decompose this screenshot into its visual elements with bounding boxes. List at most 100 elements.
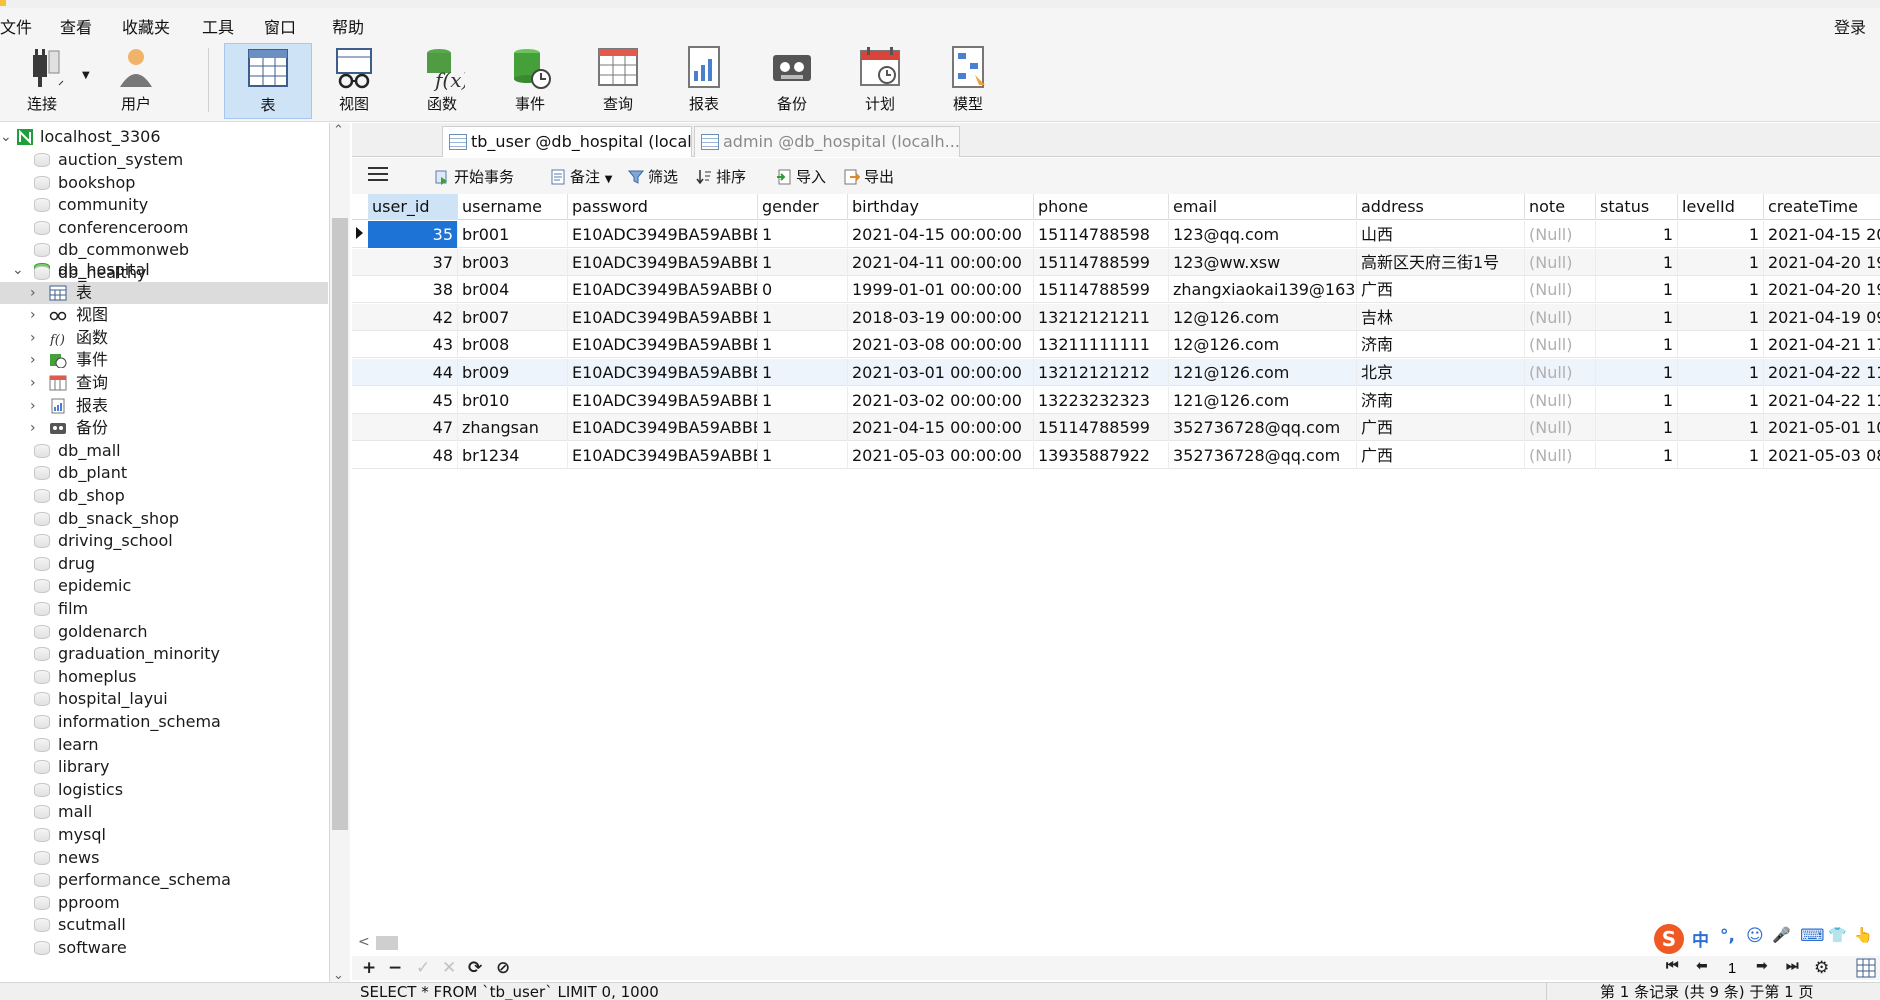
chevron-right-icon[interactable]: › (30, 417, 36, 439)
cell-username[interactable]: br003 (458, 248, 568, 276)
tree-db-item[interactable]: driving_school (0, 530, 328, 552)
cell-note[interactable]: (Null) (1525, 441, 1596, 469)
tree-db-item[interactable]: software (0, 937, 328, 959)
cell-levelId[interactable]: 1 (1678, 359, 1764, 386)
cell-username[interactable]: br007 (458, 303, 568, 331)
cell-status[interactable]: 1 (1596, 441, 1678, 469)
cell-createTime[interactable]: 2021-04-21 17:3 (1764, 331, 1880, 358)
menu-favorites[interactable]: 收藏夹 (122, 14, 170, 38)
ime-emoji-icon[interactable]: ☺ (1746, 926, 1764, 946)
tree-db-item[interactable]: db_snack_shop (0, 508, 328, 530)
column-header-password[interactable]: password (568, 194, 758, 220)
cell-status[interactable]: 1 (1596, 331, 1678, 359)
cell-note[interactable]: (Null) (1525, 414, 1596, 442)
cell-birthday[interactable]: 2021-04-15 00:00:00 (848, 221, 1034, 248)
tab-tb-user[interactable]: tb_user @db_hospital (local... (442, 126, 692, 157)
cell-password[interactable]: E10ADC3949BA59ABBE56 (568, 414, 758, 442)
cell-createTime[interactable]: 2021-05-01 10:4 (1764, 414, 1880, 441)
column-header-email[interactable]: email (1169, 194, 1357, 220)
refresh-button[interactable]: ⟳ (468, 958, 482, 978)
menu-window[interactable]: 窗口 (264, 14, 296, 38)
cell-levelId[interactable]: 1 (1678, 221, 1764, 248)
user-button[interactable]: 用户 (96, 43, 176, 119)
cell-password[interactable]: E10ADC3949BA59ABBE56 (568, 331, 758, 359)
table-row[interactable]: 47zhangsanE10ADC3949BA59ABBE5612021-04-1… (352, 414, 1880, 442)
chevron-right-icon[interactable]: › (30, 304, 36, 326)
cell-note[interactable]: (Null) (1525, 386, 1596, 414)
tab-admin[interactable]: admin @db_hospital (localh... (694, 126, 960, 157)
tree-db-item[interactable]: drug (0, 553, 328, 575)
column-header-levelId[interactable]: levelId (1678, 194, 1764, 220)
cell-phone[interactable]: 15114788599 (1034, 414, 1169, 442)
cell-createTime[interactable]: 2021-04-19 09:2 (1764, 304, 1880, 331)
cell-address[interactable]: 山西 (1357, 221, 1525, 248)
report-button[interactable]: 报表 (664, 43, 744, 119)
tree-db-item[interactable]: library (0, 756, 328, 778)
cell-email[interactable]: 121@126.com (1169, 386, 1357, 414)
sort-button[interactable]: 排序 (696, 166, 746, 187)
cell-user_id[interactable]: 47 (368, 414, 458, 442)
cell-username[interactable]: br001 (458, 221, 568, 248)
ime-skin-icon[interactable]: 👕 (1828, 926, 1847, 944)
cell-email[interactable]: 123@ww.xsw (1169, 248, 1357, 276)
tree-db-item[interactable]: scutmall (0, 914, 328, 936)
cell-levelId[interactable]: 1 (1678, 331, 1764, 359)
table-row[interactable]: 44br009E10ADC3949BA59ABBE5612021-03-01 0… (352, 359, 1880, 386)
tree-db-item[interactable]: goldenarch (0, 621, 328, 643)
cell-createTime[interactable]: 2021-04-15 20:4 (1764, 221, 1880, 248)
cell-levelId[interactable]: 1 (1678, 441, 1764, 469)
menu-file[interactable]: 文件 (0, 14, 32, 38)
tree-db-item[interactable]: mysql (0, 824, 328, 846)
connect-dropdown-icon[interactable]: ▼ (82, 70, 90, 81)
table-row[interactable]: 35br001E10ADC3949BA59ABBE5612021-04-15 0… (352, 221, 1880, 248)
tree-db-item[interactable]: mall (0, 801, 328, 823)
cell-username[interactable]: zhangsan (458, 414, 568, 442)
discard-changes-button[interactable]: ✕ (442, 958, 456, 978)
memo-button[interactable]: 备注 ▼ (550, 166, 613, 187)
cell-email[interactable]: 12@126.com (1169, 303, 1357, 331)
cell-user_id[interactable]: 37 (368, 248, 458, 276)
ime-tools-icon[interactable]: 👆 (1854, 926, 1873, 944)
ime-chinese-mode[interactable]: 中 (1692, 926, 1709, 951)
cell-birthday[interactable]: 1999-01-01 00:00:00 (848, 276, 1034, 304)
cell-note[interactable]: (Null) (1525, 248, 1596, 276)
cell-address[interactable]: 北京 (1357, 359, 1525, 386)
cell-gender[interactable]: 1 (758, 331, 848, 359)
data-grid[interactable]: user_id username password gender birthday pho… (352, 194, 1880, 930)
column-header-birthday[interactable]: birthday (848, 194, 1034, 220)
backup-button[interactable]: 备份 (752, 43, 832, 119)
table-row[interactable]: 42br007E10ADC3949BA59ABBE5612018-03-19 0… (352, 303, 1880, 331)
tree-db-item[interactable]: db_mall (0, 440, 328, 462)
cell-address[interactable]: 济南 (1357, 331, 1525, 359)
cell-phone[interactable]: 13935887922 (1034, 441, 1169, 469)
cell-phone[interactable]: 13212121212 (1034, 359, 1169, 386)
cell-status[interactable]: 1 (1596, 248, 1678, 276)
chevron-right-icon[interactable]: › (30, 349, 36, 371)
cell-address[interactable]: 吉林 (1357, 303, 1525, 331)
cell-password[interactable]: E10ADC3949BA59ABBE56 (568, 386, 758, 414)
cell-password[interactable]: E10ADC3949BA59ABBE56 (568, 221, 758, 248)
cell-username[interactable]: br004 (458, 276, 568, 304)
cell-birthday[interactable]: 2021-03-01 00:00:00 (848, 359, 1034, 386)
tree-db-item[interactable]: news (0, 847, 328, 869)
cell-note[interactable]: (Null) (1525, 276, 1596, 304)
login-link[interactable]: 登录 (1834, 14, 1866, 38)
cell-username[interactable]: br009 (458, 359, 568, 386)
cell-note[interactable]: (Null) (1525, 221, 1596, 248)
menu-tools[interactable]: 工具 (202, 14, 234, 38)
cell-phone[interactable]: 13211111111 (1034, 331, 1169, 359)
cell-status[interactable]: 1 (1596, 221, 1678, 248)
cell-levelId[interactable]: 1 (1678, 248, 1764, 276)
tree-scroll-thumb[interactable] (332, 218, 348, 830)
ime-punctuation-icon[interactable]: °, (1720, 926, 1735, 946)
table-row[interactable]: 48br1234E10ADC3949BA59ABBE5612021-05-03 … (352, 441, 1880, 469)
tree-db-item[interactable]: auction_system (0, 149, 328, 171)
cell-user_id[interactable]: 48 (368, 441, 458, 469)
ime-keyboard-icon[interactable]: ⌨ (1800, 926, 1825, 946)
cell-createTime[interactable]: 2021-05-03 08:5 (1764, 442, 1880, 469)
column-header-phone[interactable]: phone (1034, 194, 1169, 220)
cell-gender[interactable]: 0 (758, 276, 848, 304)
table-row[interactable]: 38br004E10ADC3949BA59ABBE5601999-01-01 0… (352, 276, 1880, 304)
cell-address[interactable]: 济南 (1357, 386, 1525, 414)
column-header-note[interactable]: note (1525, 194, 1596, 220)
